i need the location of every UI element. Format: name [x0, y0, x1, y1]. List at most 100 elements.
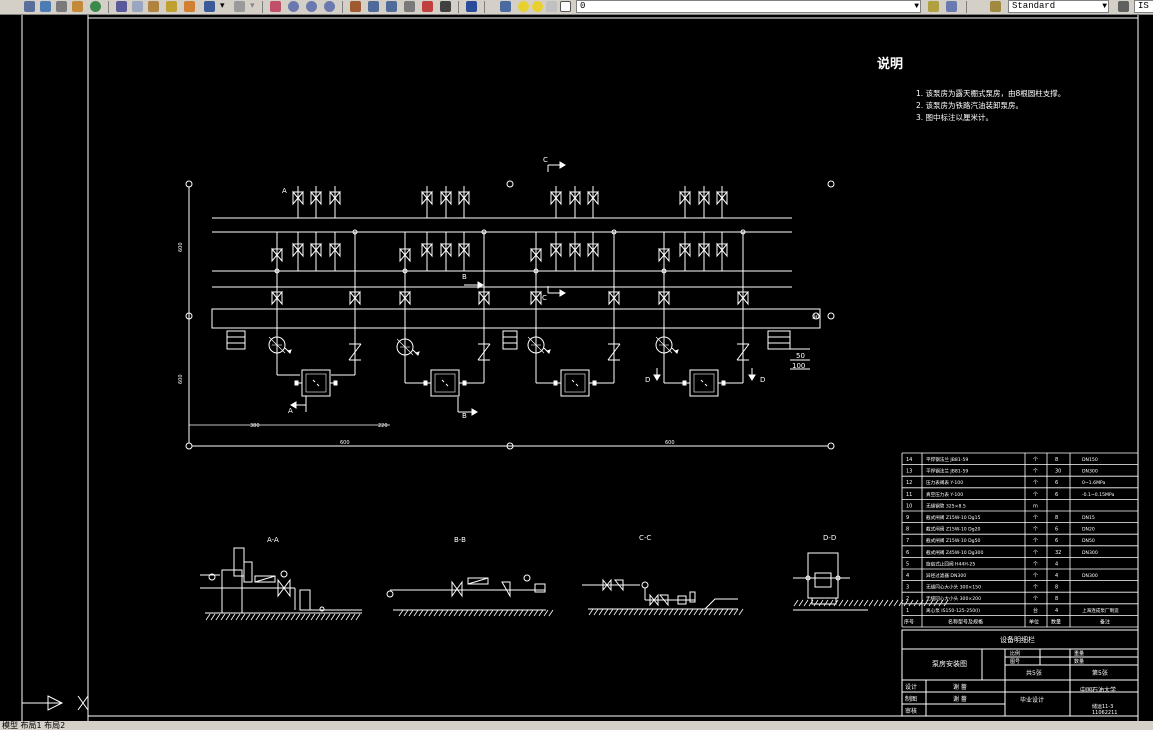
bom-cell-no: 14	[906, 457, 912, 463]
sheet-set-icon[interactable]	[404, 1, 415, 12]
plot-icon[interactable]	[72, 1, 83, 12]
bom-caption: 设备明细栏	[1000, 635, 1035, 644]
section-label-cc: C-C	[639, 534, 651, 542]
bom-cell-no: 9	[906, 515, 909, 521]
bill-of-materials-table: 14 平焊钢法兰 JB81-59 个 8 DN15013 平焊钢法兰 JB81-59 个 30…	[901, 452, 1139, 628]
undo-icon[interactable]	[204, 1, 215, 12]
preview-icon[interactable]	[40, 1, 51, 12]
note-1: 1. 该泵房为露天棚式泵房，由8根圆柱支撑。	[916, 88, 1065, 98]
bom-cell-unit: 个	[1033, 550, 1038, 556]
bom-header-unit: 单位	[1029, 618, 1039, 625]
bom-cell-no: 2	[906, 596, 909, 602]
properties-icon[interactable]	[350, 1, 361, 12]
bom-cell-qty: 4	[1055, 573, 1058, 579]
weight-label: 重量	[1074, 650, 1084, 657]
svg-text:380: 380	[250, 423, 260, 429]
paste-icon[interactable]	[148, 1, 159, 12]
dim-50: 50	[796, 352, 805, 360]
svg-text:600: 600	[178, 242, 184, 252]
chevron-down-icon[interactable]: ▼	[1102, 1, 1107, 12]
bom-cell-name: 截式闸阀 Z15W-10 Dg15	[926, 514, 981, 521]
bom-cell-unit: m	[1033, 503, 1038, 509]
redo-dropdown-icon[interactable]: ▾	[250, 0, 255, 13]
bom-cell-spec: DN20	[1082, 527, 1095, 533]
bom-cell-spec: DN15	[1082, 515, 1095, 521]
bom-cell-qty: 6	[1055, 492, 1058, 498]
redo-icon[interactable]	[234, 1, 245, 12]
bom-cell-unit: 个	[1033, 573, 1038, 579]
make-current-layer-icon[interactable]	[928, 1, 939, 12]
layer-select[interactable]: 0 ▼	[576, 0, 921, 13]
bom-cell-name: 无缝同心大小头 300×150	[926, 584, 981, 591]
bom-cell-qty: 6	[1055, 527, 1058, 533]
bom-cell-no: 13	[906, 469, 912, 475]
section-marker-c-top: C	[543, 156, 548, 164]
section-bb	[386, 574, 554, 617]
bom-cell-name: 平焊钢法兰 JB81-59	[926, 468, 968, 475]
undo-dropdown-icon[interactable]: ▾	[220, 0, 225, 13]
bom-cell-qty: 6	[1055, 480, 1058, 486]
bom-cell-unit: 个	[1033, 538, 1038, 544]
section-label-aa: A-A	[267, 536, 279, 544]
bom-header-qty: 数量	[1051, 618, 1061, 625]
pencil-icon[interactable]	[184, 1, 195, 12]
bom-cell-unit: 个	[1033, 480, 1038, 486]
zoom-window-icon[interactable]	[306, 1, 317, 12]
notes-title: 说明	[877, 56, 903, 72]
bom-cell-name: 无缝钢管 325×8.5	[926, 502, 966, 509]
bom-cell-no: 11	[906, 492, 912, 498]
bom-cell-qty: 8	[1055, 596, 1058, 602]
layout-tabs-text[interactable]: 模型 布局1 布局2	[2, 721, 65, 730]
calculator-icon[interactable]	[440, 1, 451, 12]
total-sheets: 共5张	[1026, 669, 1042, 677]
student-id: 11062211	[1092, 710, 1117, 716]
bom-cell-qty: 4	[1055, 608, 1058, 614]
bom-cell-spec: DN50	[1082, 538, 1095, 544]
drafter-name: 谢 蔷	[953, 695, 967, 703]
dim-style-select[interactable]: IS	[1134, 0, 1153, 13]
globe-icon[interactable]	[90, 1, 101, 12]
dim-style-icon[interactable]	[1118, 1, 1129, 12]
bom-cell-spec: DN300	[1082, 550, 1098, 556]
layer-lock-icon	[546, 1, 557, 12]
chevron-down-icon[interactable]: ▼	[914, 1, 919, 12]
bom-cell-spec: -0.1~0.15MPa	[1082, 492, 1115, 498]
layer-manager-icon[interactable]	[500, 1, 511, 12]
design-center-icon[interactable]	[368, 1, 379, 12]
bom-cell-no: 4	[906, 573, 909, 579]
bom-cell-name: 压力表阀表 Y-100	[926, 479, 963, 486]
bom-cell-name: 离心泵 IS150-125-250(I)	[926, 607, 980, 614]
layout-tabs-bar[interactable]: 模型 布局1 布局2	[0, 721, 1153, 730]
text-style-icon[interactable]	[990, 1, 1001, 12]
section-marker-b-bottom: B	[462, 412, 467, 420]
help-icon[interactable]	[466, 1, 477, 12]
publish-icon[interactable]	[56, 1, 67, 12]
markup-icon[interactable]	[422, 1, 433, 12]
zoom-realtime-icon[interactable]	[288, 1, 299, 12]
print-icon[interactable]	[24, 1, 35, 12]
bom-cell-spec: DN300	[1082, 469, 1098, 475]
sheet-no-label: 图号	[1010, 659, 1020, 665]
svg-text:600: 600	[340, 440, 350, 446]
pan-icon[interactable]	[270, 1, 281, 12]
pump-unit-3	[527, 161, 621, 397]
svg-text:600: 600	[665, 440, 675, 446]
cut-icon[interactable]	[116, 1, 127, 12]
text-style-select[interactable]: Standard ▼	[1008, 0, 1109, 13]
sheet-number: 第5张	[1092, 669, 1108, 677]
tool-palettes-icon[interactable]	[386, 1, 397, 12]
bom-cell-qty: 4	[1055, 561, 1058, 567]
bom-cell-spec: DN150	[1082, 457, 1098, 463]
layer-select-value: 0	[580, 1, 586, 11]
bom-cell-spec: DN300	[1082, 573, 1098, 579]
zoom-previous-icon[interactable]	[324, 1, 335, 12]
bom-cell-unit: 个	[1033, 527, 1038, 533]
copy-icon[interactable]	[132, 1, 143, 12]
layer-previous-icon[interactable]	[946, 1, 957, 12]
bom-header-spec: 备注	[1100, 618, 1110, 625]
brush-icon[interactable]	[166, 1, 177, 12]
drawing-canvas[interactable]: 说明 1. 该泵房为露天棚式泵房，由8根圆柱支撑。 2. 该泵房为铁路汽油装卸泵…	[0, 15, 1153, 721]
bom-cell-no: 8	[906, 527, 909, 533]
plan-view: 600 600 600 600 380 220	[178, 180, 835, 450]
bom-cell-name: 旋启式止回阀 H44H-25	[926, 560, 975, 567]
